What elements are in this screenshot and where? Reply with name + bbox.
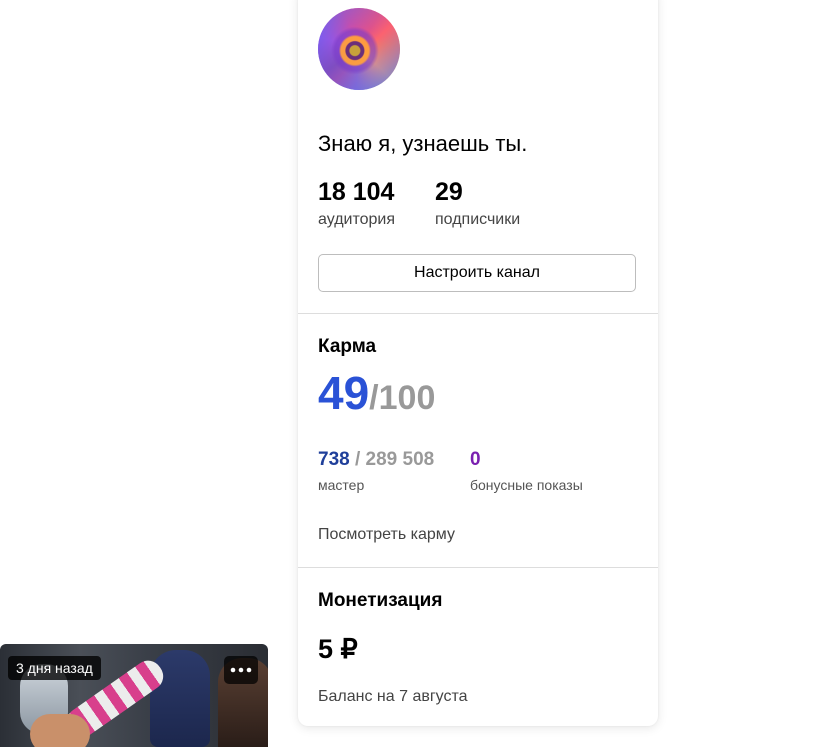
hand-shape [30, 714, 90, 747]
more-dots-icon [230, 667, 252, 673]
master-value: 738 [318, 449, 350, 470]
post-thumbnail[interactable]: 3 дня назад [0, 644, 268, 747]
monetization-title: Монетизация [318, 590, 443, 611]
bonus-value: 0 [470, 449, 481, 470]
karma-score-value: 49 [318, 367, 370, 419]
karma-score-separator: / [369, 379, 379, 417]
view-karma-link[interactable]: Посмотреть карму [318, 526, 455, 544]
master-separator: / [349, 449, 366, 470]
karma-score-max: 100 [378, 379, 436, 417]
more-button[interactable] [224, 656, 258, 684]
divider [298, 313, 658, 314]
subscribers-label: подписчики [435, 211, 521, 228]
divider [298, 567, 658, 568]
balance-date: Баланс на 7 августа [318, 688, 468, 705]
master-label: мастер [318, 477, 365, 493]
master-total: 289 508 [365, 449, 435, 470]
channel-avatar[interactable] [318, 8, 400, 90]
setup-channel-button[interactable]: Настроить канал [318, 254, 636, 292]
master-progress: 738 / 289 508 [318, 449, 434, 471]
page: 3 дня назад Знаю я, узнаешь ты. 18 104 а… [0, 0, 817, 747]
avatar-image [318, 8, 400, 90]
channel-card: Знаю я, узнаешь ты. 18 104 аудитория 29 … [298, 0, 658, 726]
balance-value: 5 ₽ [318, 634, 358, 664]
karma-score: 49/100 [318, 370, 435, 416]
seat-shape [150, 650, 210, 747]
audience-label: аудитория [318, 211, 396, 228]
subscribers-value: 29 [435, 178, 463, 206]
time-badge: 3 дня назад [8, 656, 101, 680]
bonus-label: бонусные показы [470, 477, 583, 493]
channel-title: Знаю я, узнаешь ты. [318, 131, 528, 156]
karma-title: Карма [318, 336, 377, 357]
audience-value: 18 104 [318, 178, 395, 206]
